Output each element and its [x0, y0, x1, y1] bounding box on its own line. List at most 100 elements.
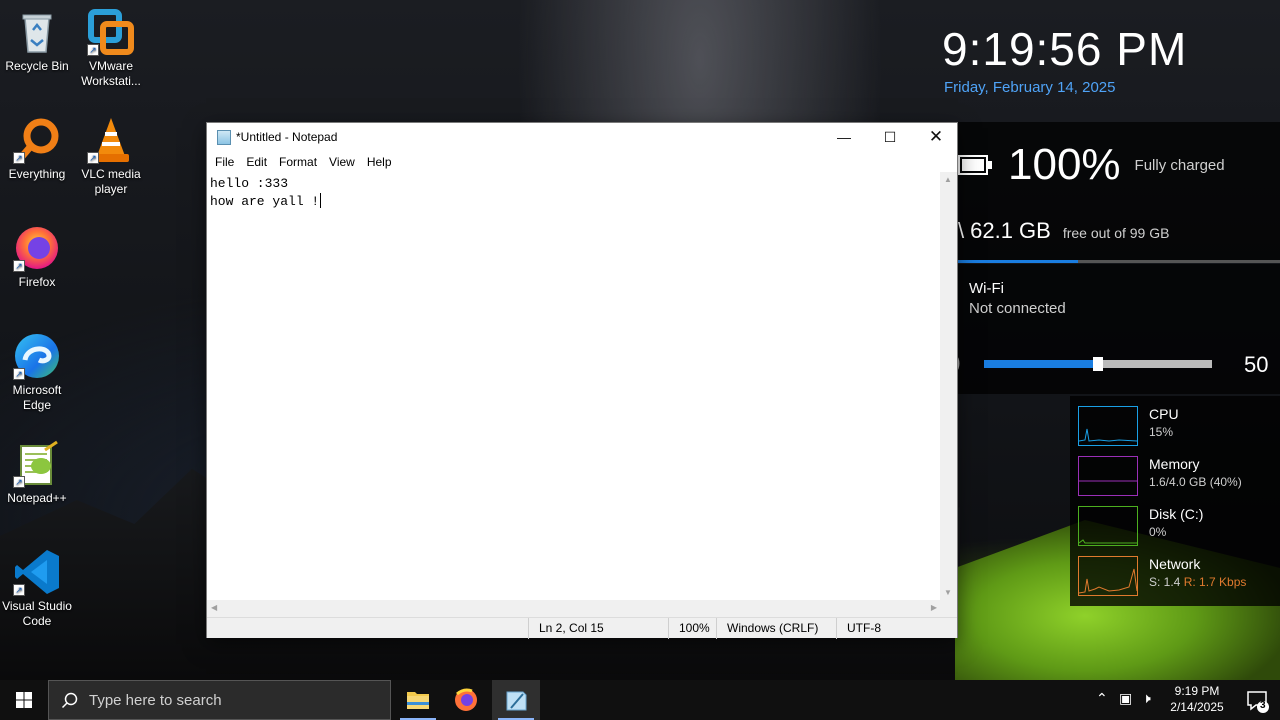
notification-count: 3	[1260, 700, 1266, 711]
menu-format[interactable]: Format	[273, 152, 323, 172]
text-editor[interactable]: hello :333 how are yall !	[207, 172, 941, 600]
taskbar-time: 9:19 PM	[1174, 684, 1220, 698]
wifi-status: Not connected	[969, 300, 1066, 317]
notification-icon	[1247, 691, 1269, 713]
scrollbar-corner	[940, 600, 957, 617]
desktop-icon-label: VMware Workstati...	[81, 59, 141, 88]
taskbar-clock[interactable]: 9:19 PM 2/14/2025	[1166, 683, 1228, 715]
desktop-icon-label: Firefox	[18, 275, 56, 289]
minimize-button[interactable]: —	[821, 123, 867, 152]
perf-name: CPU	[1149, 406, 1179, 422]
desktop-icon-everything[interactable]: ↗ Everything	[0, 116, 74, 182]
status-bar: Ln 2, Col 15 100% Windows (CRLF) UTF-8	[207, 617, 957, 639]
volume-thumb[interactable]	[1093, 357, 1103, 371]
perf-sparkline	[1078, 539, 1137, 544]
menu-file[interactable]: File	[209, 152, 240, 172]
notification-center-button[interactable]: 3	[1234, 680, 1280, 720]
perf-network[interactable]: Network S: 1.4 R: 1.7 Kbps	[1078, 556, 1278, 600]
menu-help[interactable]: Help	[361, 152, 398, 172]
status-position: Ln 2, Col 15	[528, 618, 668, 639]
widget-wifi-volume: Wi-Fi Not connected ) 50	[920, 264, 1280, 394]
perf-disk[interactable]: Disk (C:) 0%	[1078, 506, 1278, 550]
search-placeholder: Type here to search	[89, 692, 222, 709]
horizontal-scrollbar[interactable]: ◀ ▶	[207, 600, 941, 617]
menu-edit[interactable]: Edit	[240, 152, 273, 172]
shortcut-arrow-icon: ↗	[87, 152, 99, 164]
widget-date: Friday, February 14, 2025	[944, 79, 1116, 96]
title-bar[interactable]: *Untitled - Notepad — ☐ ✕	[207, 123, 957, 152]
desktop-icon-label: Visual Studio Code	[2, 599, 72, 628]
perf-cpu[interactable]: CPU 15%	[1078, 406, 1278, 450]
perf-memory[interactable]: Memory 1.6/4.0 GB (40%)	[1078, 456, 1278, 500]
shortcut-arrow-icon: ↗	[13, 152, 25, 164]
perf-sparkline-path	[1078, 568, 1138, 594]
perf-name: Disk (C:)	[1149, 506, 1204, 522]
shortcut-arrow-icon: ↗	[13, 260, 25, 272]
volume-slider[interactable]	[984, 357, 1212, 371]
network-receive: R: 1.7 Kbps	[1183, 575, 1247, 589]
notepadpp-icon: ↗	[13, 440, 61, 488]
vmware-icon: ↗	[87, 8, 135, 56]
shortcut-arrow-icon: ↗	[13, 368, 25, 380]
perf-name: Memory	[1149, 456, 1200, 472]
firefox-icon: ↗	[13, 224, 61, 272]
disk-usage-fill	[958, 260, 1079, 263]
desktop-icon-label: Notepad++	[7, 491, 67, 505]
volume-value: 50	[1244, 352, 1269, 377]
scroll-left-arrow-icon[interactable]: ◀	[211, 603, 217, 612]
scroll-up-arrow-icon[interactable]: ▲	[944, 175, 952, 184]
network-graph	[1078, 556, 1138, 596]
vertical-scrollbar[interactable]: ▲ ▼	[940, 172, 957, 600]
search-icon	[61, 692, 78, 709]
disk-usage-bar	[958, 260, 1280, 263]
disk-icon: \	[958, 218, 965, 243]
desktop-icon-label: Microsoft Edge	[12, 383, 62, 412]
show-hidden-icons-chevron-icon[interactable]: ⌃	[1096, 690, 1108, 707]
recycle-bin-icon	[13, 8, 61, 56]
network-send: S: 1.4	[1149, 575, 1181, 589]
disk-free-amount: 62.1 GB	[970, 218, 1051, 243]
taskbar-file-explorer[interactable]	[394, 680, 442, 720]
perf-sparkline	[1078, 428, 1138, 442]
taskbar: Type here to search ⌃ ▣ 🕨 9:19 PM 2/14/2…	[0, 680, 1280, 720]
perf-sparkline	[1079, 480, 1137, 482]
taskbar-firefox[interactable]	[442, 680, 490, 720]
wifi-title: Wi-Fi	[969, 280, 1004, 297]
battery-icon	[958, 155, 992, 175]
performance-widget: CPU 15% Memory 1.6/4.0 GB (40%) Disk (C:…	[1070, 396, 1280, 606]
disk-free-detail: free out of 99 GB	[1062, 225, 1170, 241]
desktop-icon-vlc[interactable]: ↗ VLC media player	[74, 116, 148, 197]
desktop-icon-notepadpp[interactable]: ↗ Notepad++	[0, 440, 74, 506]
desktop-icon-edge[interactable]: ↗ Microsoft Edge	[0, 332, 74, 413]
desktop-icon-vscode[interactable]: ↗ Visual Studio Code	[0, 548, 74, 629]
network-icon[interactable]: ▣	[1119, 690, 1132, 707]
taskbar-notepad[interactable]	[492, 680, 540, 720]
text-caret	[320, 193, 322, 208]
close-button[interactable]: ✕	[913, 123, 959, 152]
desktop-icon-recycle-bin[interactable]: Recycle Bin	[0, 8, 74, 74]
taskbar-search-box[interactable]: Type here to search	[48, 680, 391, 720]
memory-graph	[1078, 456, 1138, 496]
firefox-icon	[455, 688, 477, 711]
desktop-icon-firefox[interactable]: ↗ Firefox	[0, 224, 74, 290]
shortcut-arrow-icon: ↗	[87, 44, 99, 56]
editor-line: hello :333	[210, 176, 289, 191]
taskbar-date: 2/14/2025	[1170, 700, 1224, 714]
vlc-cone-icon: ↗	[87, 116, 135, 164]
start-button[interactable]	[0, 680, 48, 720]
volume-muted-icon[interactable]: 🕨	[1142, 690, 1151, 707]
cpu-graph	[1078, 406, 1138, 446]
status-line-ending: Windows (CRLF)	[716, 618, 836, 639]
notepad-window[interactable]: *Untitled - Notepad — ☐ ✕ File Edit Form…	[206, 122, 958, 639]
menu-bar: File Edit Format View Help	[207, 152, 957, 172]
perf-value: 15%	[1149, 425, 1174, 439]
scroll-down-arrow-icon[interactable]: ▼	[944, 588, 952, 597]
maximize-button[interactable]: ☐	[867, 123, 913, 152]
status-encoding: UTF-8	[836, 618, 957, 639]
desktop-icon-label: VLC media player	[81, 167, 141, 196]
battery-status: Fully charged	[1134, 156, 1225, 174]
desktop-icon-vmware[interactable]: ↗ VMware Workstati...	[74, 8, 148, 89]
menu-view[interactable]: View	[323, 152, 361, 172]
scroll-right-arrow-icon[interactable]: ▶	[931, 603, 937, 612]
widget-clock: 9:19:56 PM	[942, 23, 1188, 75]
